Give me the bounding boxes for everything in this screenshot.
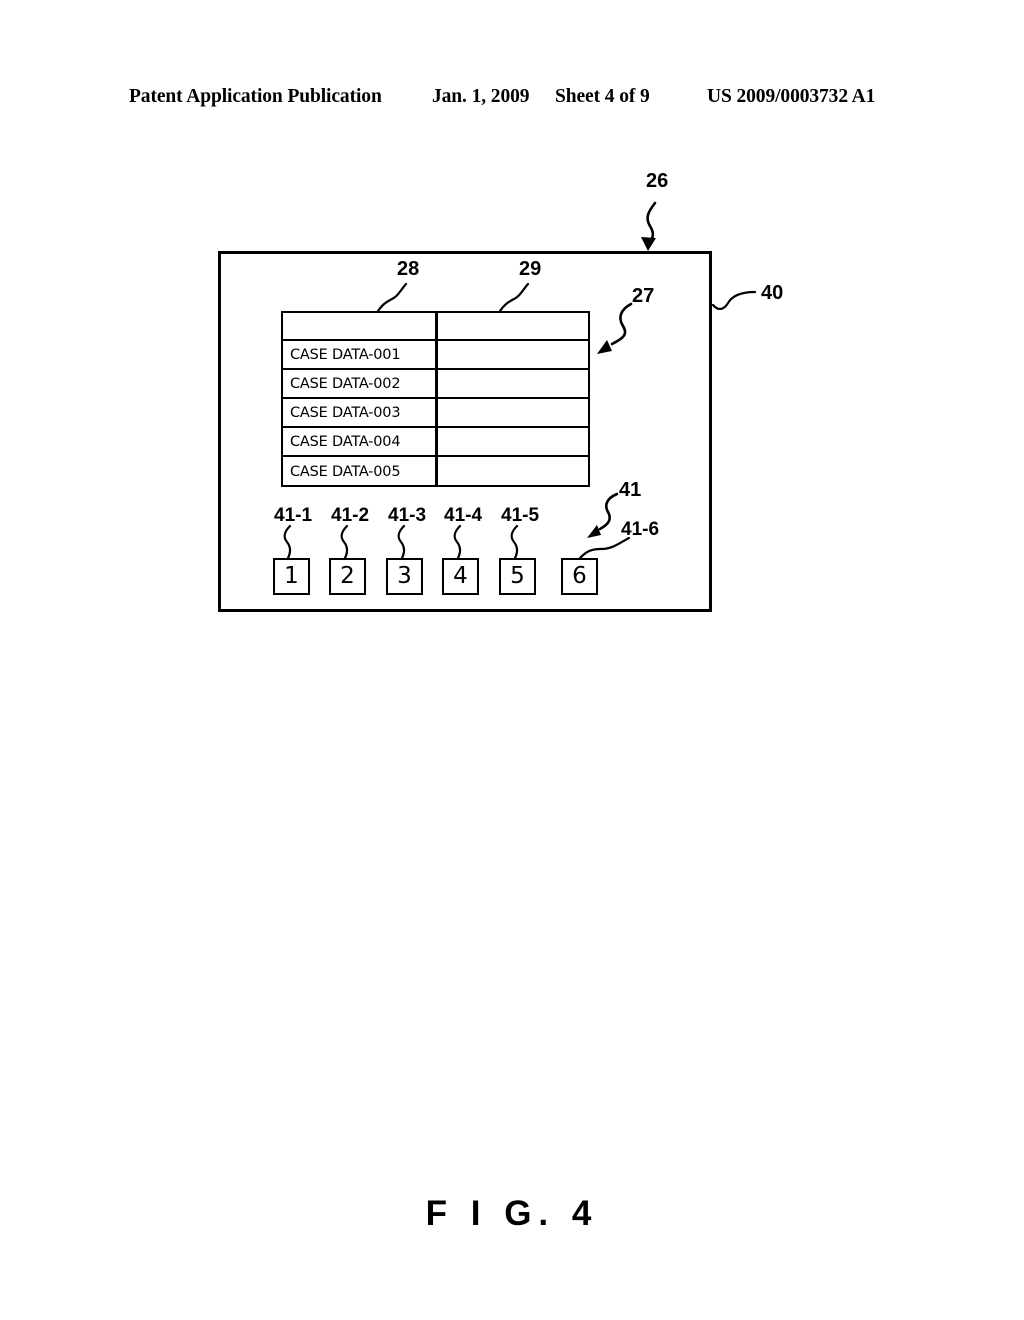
ref-numeral-40: 40 [761, 282, 784, 304]
num-button-3[interactable]: 3 [386, 558, 423, 595]
leader-lines-overlay [283, 201, 757, 560]
table-row[interactable]: CASE DATA-002 [283, 370, 588, 399]
ref-numeral-41: 41 [619, 479, 642, 501]
ref-numeral-41-6: 41-6 [621, 519, 660, 540]
table-row[interactable]: CASE DATA-001 [283, 341, 588, 370]
ref-numeral-28: 28 [397, 258, 420, 280]
case-data-table: CASE DATA-001 CASE DATA-002 CASE DATA-00… [281, 311, 590, 487]
table-cell-case-name: CASE DATA-003 [290, 404, 401, 421]
table-cell-case-name: CASE DATA-002 [290, 375, 401, 392]
arrowhead-26 [641, 237, 656, 251]
num-button-4[interactable]: 4 [442, 558, 479, 595]
ref-numeral-41-1: 41-1 [274, 505, 313, 526]
table-row[interactable]: CASE DATA-005 [283, 457, 588, 486]
leader-40 [711, 290, 757, 310]
num-button-5[interactable]: 5 [499, 558, 536, 595]
num-button-2[interactable]: 2 [329, 558, 366, 595]
table-cell-case-name: CASE DATA-005 [290, 463, 401, 480]
patent-drawing: CASE DATA-001 CASE DATA-002 CASE DATA-00… [0, 0, 1024, 1320]
ref-numeral-26: 26 [646, 170, 669, 192]
table-cell-case-name: CASE DATA-001 [290, 346, 401, 363]
table-row[interactable]: CASE DATA-003 [283, 399, 588, 428]
ref-numeral-41-2: 41-2 [331, 505, 370, 526]
leader-26 [646, 201, 657, 248]
num-button-1[interactable]: 1 [273, 558, 310, 595]
ref-numeral-41-3: 41-3 [388, 505, 427, 526]
table-header-row [283, 313, 588, 341]
ref-numeral-29: 29 [519, 258, 542, 280]
figure-caption: F I G. 4 [425, 1194, 599, 1233]
table-cell-case-name: CASE DATA-004 [290, 433, 401, 450]
ref-numeral-41-4: 41-4 [444, 505, 483, 526]
num-button-6[interactable]: 6 [561, 558, 598, 595]
ref-numeral-41-5: 41-5 [501, 505, 540, 526]
table-row[interactable]: CASE DATA-004 [283, 428, 588, 457]
ref-numeral-27: 27 [632, 285, 655, 307]
